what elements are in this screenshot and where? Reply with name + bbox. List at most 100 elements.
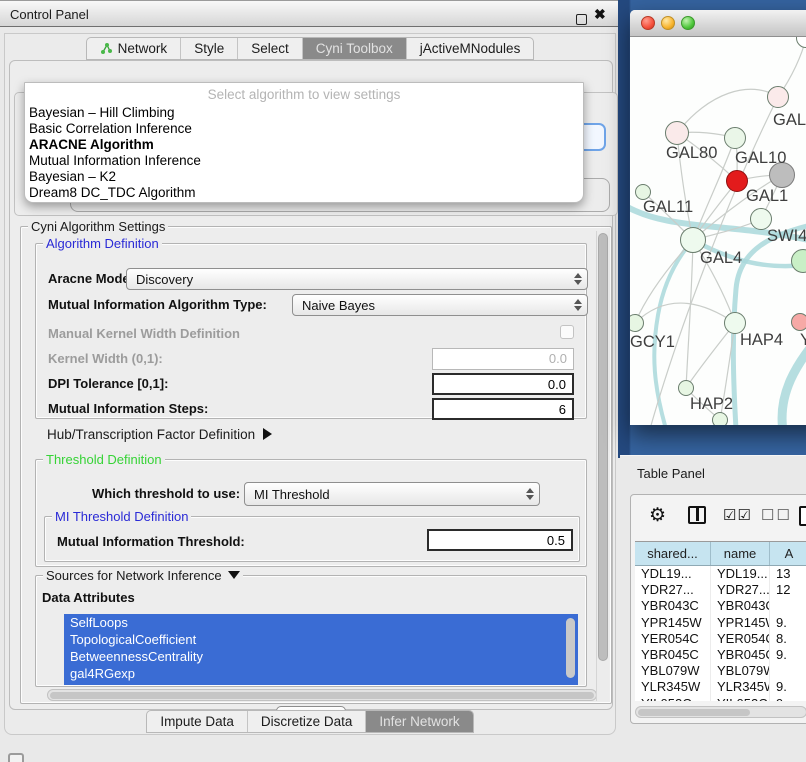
algorithm-option[interactable]: Mutual Information Inference <box>25 153 583 169</box>
data-attributes-list[interactable]: SelfLoopsTopologicalCoefficientBetweenne… <box>64 614 578 685</box>
column-header[interactable]: A <box>770 542 806 565</box>
control-panel-titlebar: Control Panel ✖ <box>0 0 620 27</box>
column-header[interactable]: name <box>711 542 770 565</box>
node-label: GAL10 <box>735 149 786 168</box>
table-row[interactable]: YBR043CYBR043C <box>635 598 806 614</box>
column-header[interactable]: shared... <box>635 542 711 565</box>
tab-select[interactable]: Select <box>238 38 303 59</box>
table-row[interactable]: YIL052CYIL052C9. <box>635 696 806 702</box>
dpi-tolerance-field[interactable]: 0.0 <box>432 373 574 395</box>
attributes-scrollbar[interactable] <box>566 618 575 678</box>
sources-group-title[interactable]: Sources for Network Inference <box>43 568 243 583</box>
tab-infer-network[interactable]: Infer Network <box>366 711 472 732</box>
node-label: GCY1 <box>630 333 675 352</box>
table-panel-title: Table Panel <box>637 466 705 481</box>
settings-group-title: Cyni Algorithm Settings <box>28 219 168 234</box>
hub-definition-expander[interactable]: Hub/Transcription Factor Definition <box>47 427 272 442</box>
stepper-arrows-icon <box>574 269 582 289</box>
table-cell: YBL079W <box>635 663 711 679</box>
algorithm-option[interactable]: Bayesian – K2 <box>25 169 583 185</box>
table-cell: YPR145W <box>635 615 711 631</box>
table-cell: YBR043C <box>711 598 770 614</box>
close-icon[interactable]: ✖ <box>594 6 606 23</box>
column-browser-icon[interactable] <box>688 506 706 524</box>
network-node[interactable] <box>678 380 694 396</box>
settings-hscrollbar[interactable] <box>47 689 597 701</box>
table-row[interactable]: YDR27...YDR27...12 <box>635 582 806 598</box>
table-row[interactable]: YPR145WYPR145W9. <box>635 615 806 631</box>
mi-type-label: Mutual Information Algorithm Type: <box>48 297 267 312</box>
attribute-item[interactable]: gal4RGexp <box>64 665 578 682</box>
attribute-item[interactable]: SelfLoops <box>64 614 578 631</box>
table-cell: YIL052C <box>711 696 770 702</box>
table-cell: 9. <box>770 696 806 702</box>
table-row[interactable]: YDL19...YDL19...13 <box>635 566 806 582</box>
table-row[interactable]: YBL079WYBL079W <box>635 663 806 679</box>
kernel-width-label: Kernel Width (0,1): <box>48 351 163 366</box>
mi-steps-field[interactable]: 6 <box>432 398 574 420</box>
gear-icon[interactable]: ⚙ <box>649 506 666 526</box>
tab-network[interactable]: Network <box>87 38 182 59</box>
algorithm-option[interactable]: ARACNE Algorithm <box>25 137 583 153</box>
control-panel-title: Control Panel <box>10 7 89 22</box>
table-row[interactable]: YBR045CYBR045C9. <box>635 647 806 663</box>
algorithm-option[interactable]: Bayesian – Hill Climbing <box>25 105 583 121</box>
network-node[interactable] <box>724 127 746 149</box>
mi-type-combo[interactable]: Naive Bayes <box>292 294 588 316</box>
aracne-mode-combo[interactable]: Discovery <box>126 268 588 290</box>
table-toolbar: ⚙ ☑☑ ☐☐ <box>631 495 806 539</box>
attribute-item[interactable]: TopologicalCoefficient <box>64 631 578 648</box>
network-node[interactable] <box>767 86 789 108</box>
zoom-traffic-light-icon[interactable] <box>681 16 695 30</box>
network-canvas[interactable]: GALGAL80GAL10GAL11GAL1SWI4GAL4GCY1HAP4YH… <box>630 37 806 425</box>
network-node[interactable] <box>665 121 689 145</box>
network-window-titlebar[interactable] <box>630 10 806 37</box>
table-cell: YBL079W <box>711 663 770 679</box>
minimize-traffic-light-icon[interactable] <box>661 16 675 30</box>
table-row[interactable]: YER054CYER054C8. <box>635 631 806 647</box>
node-attribute-table[interactable]: shared...nameA YDL19...YDL19...13YDR27..… <box>635 541 806 701</box>
stepper-arrows-icon <box>526 483 534 505</box>
tab-discretize-data[interactable]: Discretize Data <box>248 711 367 732</box>
table-cell: 13 <box>770 566 806 582</box>
tab-style[interactable]: Style <box>181 38 238 59</box>
table-cell: YER054C <box>635 631 711 647</box>
kernel-width-field[interactable]: 0.0 <box>432 348 574 370</box>
node-label: HAP4 <box>740 331 783 350</box>
table-cell: YBR045C <box>711 647 770 663</box>
tab-cyni-toolbox[interactable]: Cyni Toolbox <box>303 38 407 59</box>
mi-threshold-field[interactable]: 0.5 <box>427 529 573 551</box>
table-cell: 9. <box>770 647 806 663</box>
file-icon[interactable] <box>799 506 806 526</box>
network-node[interactable] <box>726 170 748 192</box>
cyni-algorithm-settings-group: Cyni Algorithm Settings Algorithm Defini… <box>20 226 612 704</box>
algorithm-option[interactable]: Basic Correlation Inference <box>25 121 583 137</box>
algorithm-placeholder: Select algorithm to view settings <box>25 87 583 105</box>
checked-boxes-icon[interactable]: ☑☑ <box>723 506 752 524</box>
float-window-icon[interactable] <box>576 14 587 25</box>
table-hscrollbar[interactable] <box>635 706 806 718</box>
close-traffic-light-icon[interactable] <box>641 16 655 30</box>
table-cell: 9. <box>770 615 806 631</box>
table-row[interactable]: YLR345WYLR345W9. <box>635 679 806 695</box>
which-threshold-label: Which threshold to use: <box>92 486 240 501</box>
manual-kernel-checkbox[interactable] <box>560 325 574 339</box>
tab-jactivemnodules[interactable]: jActiveMNodules <box>407 38 534 59</box>
cyni-toolbox-panel: galFiltered.sif default node Select algo… <box>9 60 613 710</box>
which-threshold-value: MI Threshold <box>254 487 330 502</box>
which-threshold-combo[interactable]: MI Threshold <box>244 482 540 506</box>
algorithm-definition-group: Algorithm Definition Aracne Mode: Discov… <box>35 243 587 419</box>
table-cell: YDR27... <box>711 582 770 598</box>
settings-vscrollbar[interactable] <box>596 231 609 701</box>
node-label: Y <box>800 331 806 350</box>
attribute-item[interactable]: BetweennessCentrality <box>64 648 578 665</box>
data-attributes-label: Data Attributes <box>42 590 135 605</box>
table-panel: Table Panel ⚙ ☑☑ ☐☐ shared...nameA YDL19… <box>620 455 806 762</box>
tab-label: Network <box>118 41 168 56</box>
unchecked-boxes-icon[interactable]: ☐☐ <box>761 506 792 524</box>
collapsed-panel-icon[interactable] <box>8 753 24 762</box>
tab-impute-data[interactable]: Impute Data <box>147 711 248 732</box>
network-node[interactable] <box>791 313 806 331</box>
threshold-definition-group: Threshold Definition Which threshold to … <box>35 459 587 567</box>
algorithm-option[interactable]: Dream8 DC_TDC Algorithm <box>25 185 583 201</box>
